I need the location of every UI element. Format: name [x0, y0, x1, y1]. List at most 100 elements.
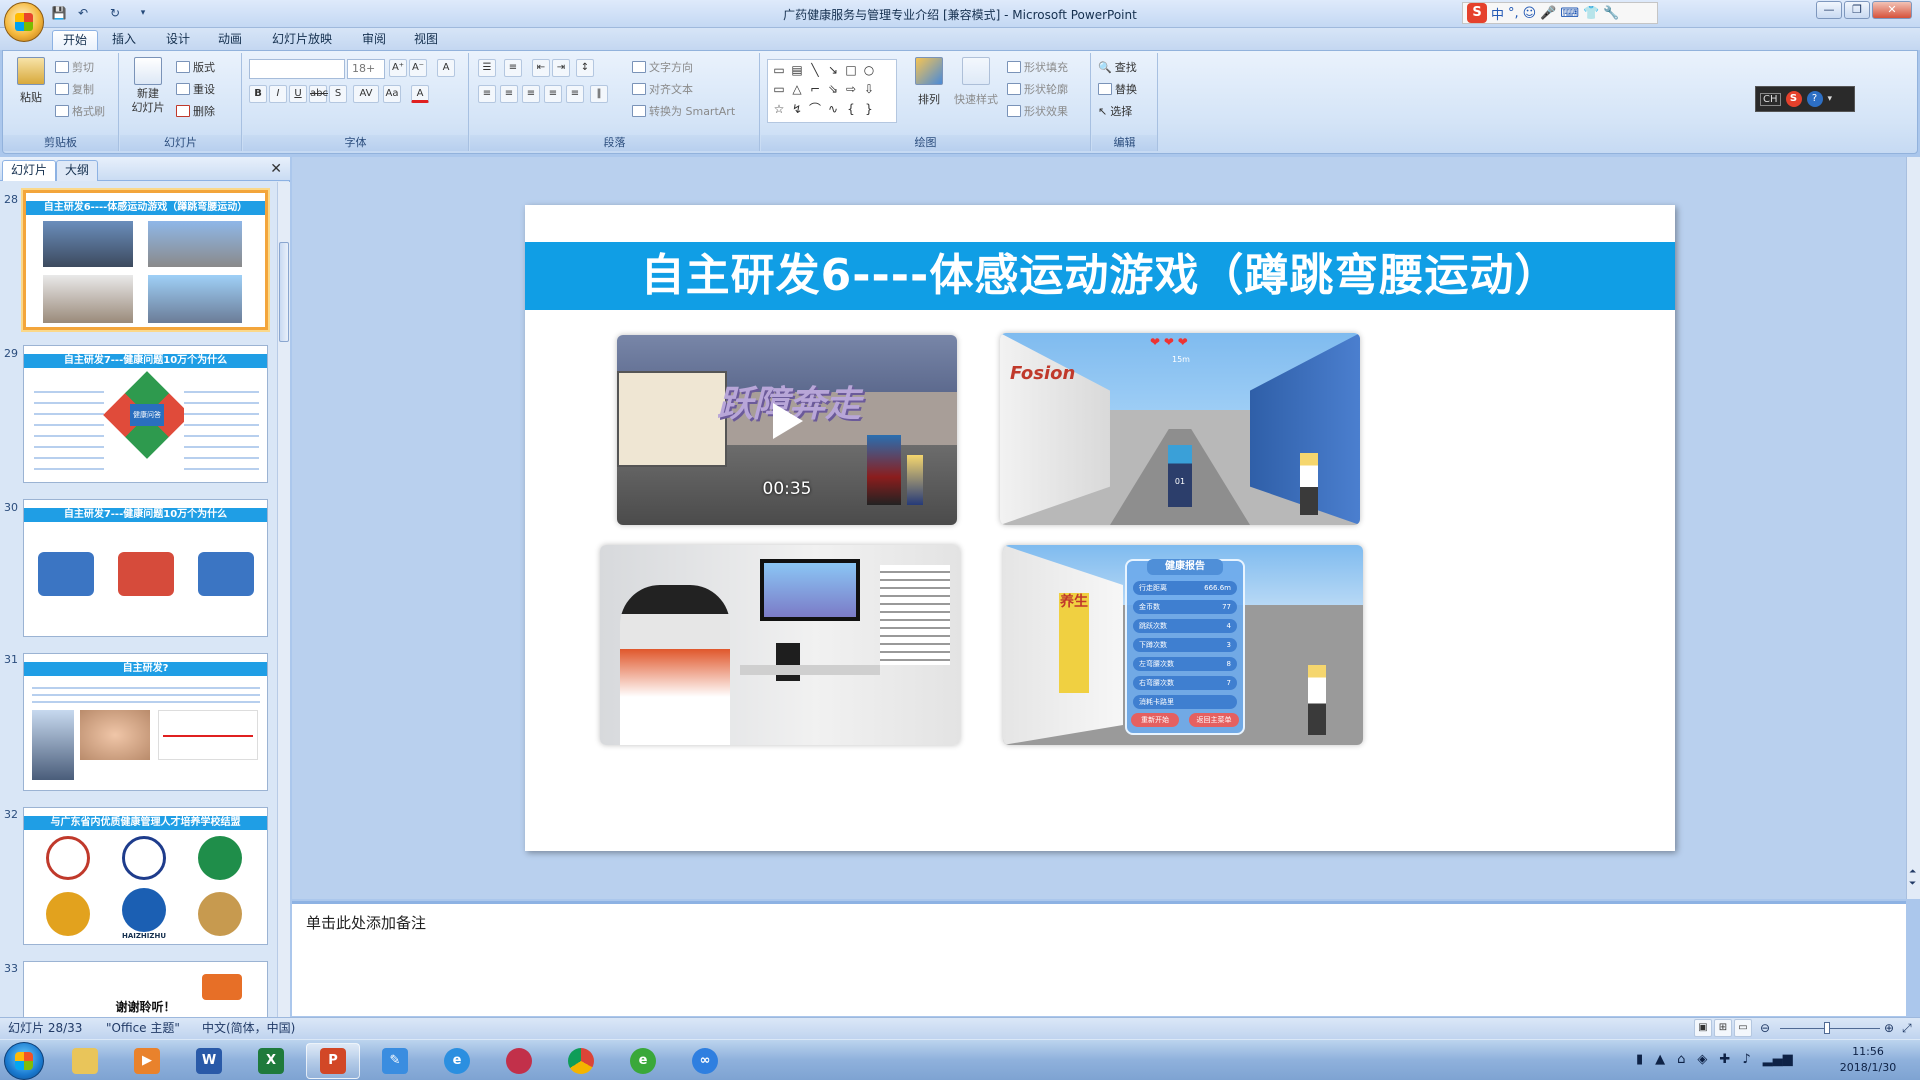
- zoom-thumb[interactable]: [1824, 1022, 1830, 1034]
- line-spacing-button[interactable]: ↕: [576, 59, 594, 77]
- shrink-font-button[interactable]: A⁻: [409, 59, 427, 77]
- slide-thumbnail-33[interactable]: 谢谢聆听！: [23, 961, 268, 1017]
- status-theme[interactable]: "Office 主题": [106, 1018, 180, 1038]
- columns-button[interactable]: ‖: [590, 85, 608, 103]
- decrease-indent-button[interactable]: ⇤: [532, 59, 550, 77]
- security-icon[interactable]: ✚: [1719, 1052, 1730, 1067]
- new-slide-button[interactable]: 新建 幻灯片: [126, 57, 170, 115]
- slide-title[interactable]: 自主研发6----体感运动游戏（蹲跳弯腰运动）: [525, 242, 1675, 310]
- next-slide-icon[interactable]: ⏷: [1909, 879, 1916, 889]
- battery-icon[interactable]: ▮: [1636, 1052, 1643, 1067]
- shadow-button[interactable]: S: [329, 85, 347, 103]
- taskbar-powerpoint[interactable]: P: [306, 1043, 360, 1079]
- taskbar-excel[interactable]: X: [244, 1043, 298, 1079]
- slide-thumbnail-30[interactable]: 自主研发7---健康问题10万个为什么: [23, 499, 268, 637]
- restart-button[interactable]: 重新开始: [1131, 713, 1179, 727]
- char-spacing-button[interactable]: AV: [353, 85, 379, 103]
- taskbar-chrome[interactable]: [554, 1043, 608, 1079]
- tab-animation[interactable]: 动画: [208, 30, 252, 50]
- change-case-button[interactable]: Aa: [383, 85, 401, 103]
- help-icon[interactable]: ?: [1806, 91, 1823, 107]
- taskbar-ie[interactable]: e: [430, 1043, 484, 1079]
- close-panel-icon[interactable]: ✕: [270, 161, 282, 177]
- taskbar-360[interactable]: e: [616, 1043, 670, 1079]
- align-left-button[interactable]: ≡: [478, 85, 496, 103]
- strikethrough-button[interactable]: abc: [309, 85, 328, 103]
- font-size-box[interactable]: 18+: [347, 59, 385, 79]
- font-color-button[interactable]: A: [411, 85, 429, 103]
- status-language[interactable]: 中文(简体，中国): [202, 1018, 295, 1038]
- restore-button[interactable]: ❐: [1844, 1, 1870, 19]
- slideshow-view-icon[interactable]: ▭: [1734, 1019, 1752, 1037]
- tab-slides-panel[interactable]: 幻灯片: [2, 160, 57, 181]
- start-button[interactable]: [4, 1042, 44, 1080]
- prev-slide-icon[interactable]: ⏶: [1909, 867, 1916, 877]
- font-name-box[interactable]: [249, 59, 345, 79]
- slide-canvas[interactable]: 自主研发6----体感运动游戏（蹲跳弯腰运动） 跃障奔走 00:35 Fosio…: [525, 205, 1675, 851]
- sorter-view-icon[interactable]: ⊞: [1714, 1019, 1732, 1037]
- lang-indicator[interactable]: CH: [1760, 92, 1781, 106]
- notes-placeholder[interactable]: 单击此处添加备注: [306, 912, 426, 933]
- taskbar-app[interactable]: [492, 1043, 546, 1079]
- taskbar-media[interactable]: ▶: [120, 1043, 174, 1079]
- panel-scrollbar[interactable]: [277, 182, 290, 1017]
- grow-font-button[interactable]: A⁺: [389, 59, 407, 77]
- taskbar-explorer[interactable]: [58, 1043, 112, 1079]
- minimize-button[interactable]: —: [1816, 1, 1842, 19]
- slide-thumbnail-31[interactable]: 自主研发?: [23, 653, 268, 791]
- copy-button[interactable]: 复制: [55, 81, 94, 97]
- sogou-icon[interactable]: S: [1467, 3, 1487, 23]
- tab-insert[interactable]: 插入: [102, 30, 146, 50]
- tab-review[interactable]: 审阅: [352, 30, 396, 50]
- tab-slideshow[interactable]: 幻灯片放映: [262, 30, 342, 50]
- tab-view[interactable]: 视图: [404, 30, 448, 50]
- video-player[interactable]: 跃障奔走 00:35: [617, 335, 957, 525]
- tab-home[interactable]: 开始: [52, 30, 99, 50]
- align-right-button[interactable]: ≡: [522, 85, 540, 103]
- smartart-button[interactable]: 转换为 SmartArt: [632, 103, 735, 119]
- normal-view-icon[interactable]: ▣: [1694, 1019, 1712, 1037]
- ime-toolbar[interactable]: S 中 °, ☺ 🎤 ⌨ 👕 🔧: [1462, 2, 1658, 24]
- sogou-tray-icon[interactable]: S: [1785, 91, 1802, 107]
- slide-thumbnail-29[interactable]: 自主研发7---健康问题10万个为什么 健康问答: [23, 345, 268, 483]
- emoji-icon[interactable]: ☺: [1523, 6, 1537, 21]
- layout-button[interactable]: 版式: [176, 59, 215, 75]
- paste-button[interactable]: 粘贴: [11, 57, 51, 105]
- replace-button[interactable]: 替换: [1098, 81, 1137, 97]
- select-button[interactable]: ↖ 选择: [1098, 103, 1132, 119]
- numbering-button[interactable]: ≡: [504, 59, 522, 77]
- tab-design[interactable]: 设计: [156, 30, 200, 50]
- increase-indent-button[interactable]: ⇥: [552, 59, 570, 77]
- scroll-thumb[interactable]: [279, 242, 289, 342]
- slide-thumbnail-32[interactable]: 与广东省内优质健康管理人才培养学校结盟 HAIZHIZHU: [23, 807, 268, 945]
- tab-outline-panel[interactable]: 大纲: [56, 160, 99, 181]
- arrange-button[interactable]: 排列: [909, 57, 949, 107]
- zoom-in-icon[interactable]: ⊕: [1884, 1018, 1894, 1038]
- signal-icon[interactable]: ▂▄▆: [1763, 1052, 1793, 1067]
- clock[interactable]: 11:56 2018/1/30: [1820, 1044, 1916, 1076]
- quick-styles-button[interactable]: 快速样式: [951, 57, 1001, 107]
- taskbar-word[interactable]: W: [182, 1043, 236, 1079]
- taskbar-baidu[interactable]: ∞: [678, 1043, 732, 1079]
- shape-outline-button[interactable]: 形状轮廓: [1007, 81, 1068, 97]
- shapes-gallery[interactable]: ▭ ▤ ╲ ↘ □ ○ ▭ △ ⌐ ⇘ ⇨ ⇩ ☆ ↯ ⌒ ∿{}: [767, 59, 897, 123]
- reset-button[interactable]: 重设: [176, 81, 215, 97]
- bold-button[interactable]: B: [249, 85, 267, 103]
- volume-icon[interactable]: ♪: [1742, 1052, 1750, 1067]
- mic-icon[interactable]: 🎤: [1540, 6, 1556, 21]
- network-icon[interactable]: ⌂: [1677, 1052, 1685, 1067]
- shape-effects-button[interactable]: 形状效果: [1007, 103, 1068, 119]
- tools-icon[interactable]: 🔧: [1603, 6, 1619, 21]
- shield-icon[interactable]: ◈: [1697, 1052, 1707, 1067]
- text-direction-button[interactable]: 文字方向: [632, 59, 693, 75]
- system-tray[interactable]: ▮ ▲ ⌂ ◈ ✚ ♪ ▂▄▆: [1636, 1052, 1793, 1067]
- office-button[interactable]: [4, 2, 44, 42]
- skin-icon[interactable]: 👕: [1583, 6, 1599, 21]
- close-button[interactable]: ✕: [1872, 1, 1912, 19]
- main-menu-button[interactable]: 返回主菜单: [1189, 713, 1239, 727]
- underline-button[interactable]: U: [289, 85, 307, 103]
- ime-lang[interactable]: 中: [1491, 4, 1504, 23]
- play-icon[interactable]: [773, 403, 803, 439]
- zoom-slider[interactable]: [1780, 1028, 1880, 1029]
- delete-slide-button[interactable]: 删除: [176, 103, 215, 119]
